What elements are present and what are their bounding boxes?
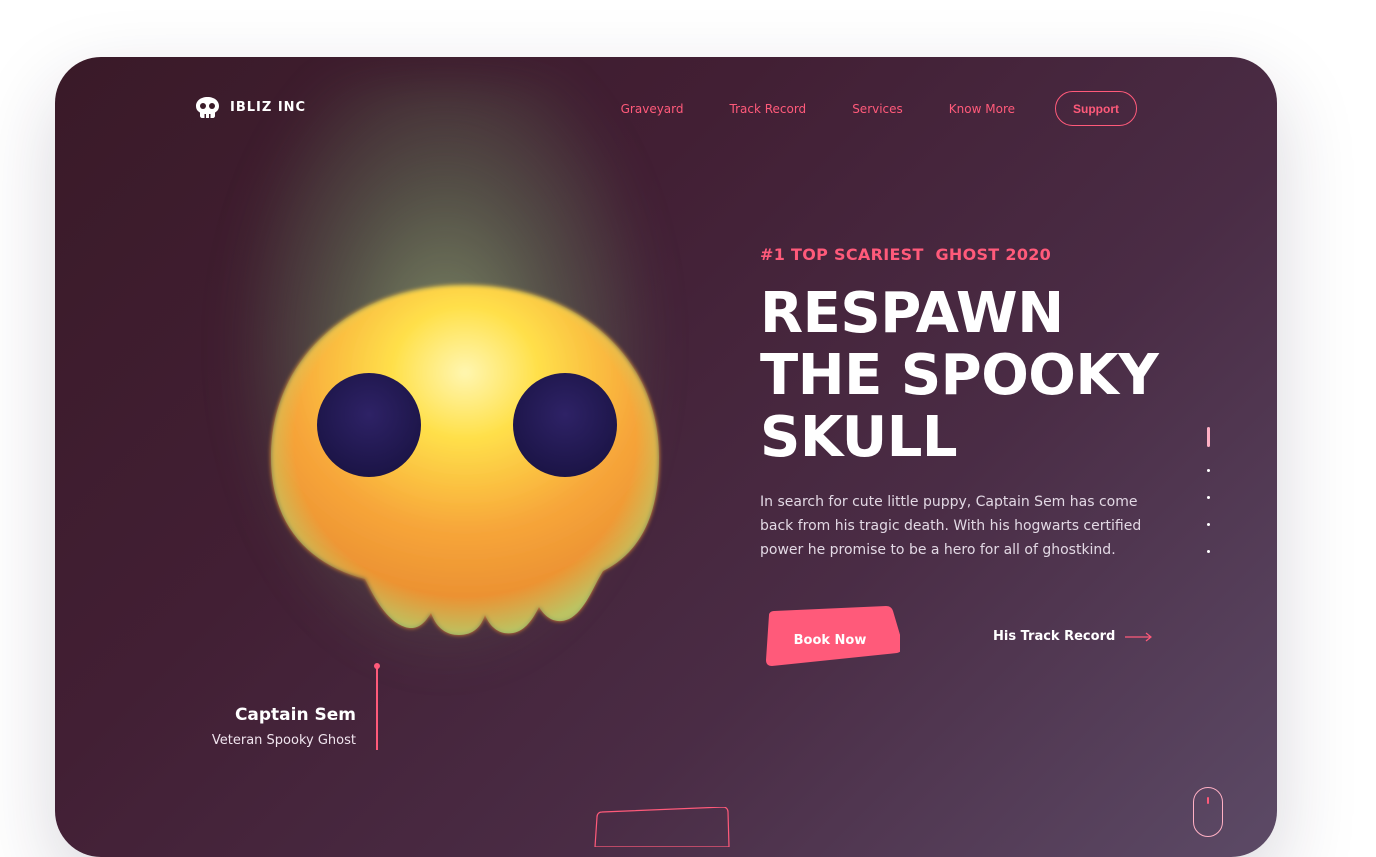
support-button[interactable]: Support [1055,91,1137,126]
track-record-label: His Track Record [993,629,1116,644]
headline-line-3: SKULL [760,405,958,470]
nav-item-services[interactable]: Services [852,102,903,116]
track-record-link[interactable]: His Track Record [993,629,1153,644]
nav-item-know-more[interactable]: Know More [949,102,1015,116]
hero-card: IBLIZ INC Graveyard Track Record Service… [55,57,1277,857]
book-now-button[interactable]: Book Now [760,605,900,675]
pagination-dot[interactable] [1207,469,1210,472]
character-role: Veteran Spooky Ghost [211,733,356,748]
headline-line-2: THE SPOOKY [760,343,1159,408]
scroll-wheel [1207,797,1209,804]
hero-eyebrow: #1 TOP SCARIEST GHOST 2020 [760,245,1052,264]
skull-illustration [271,285,659,635]
hero-description: In search for cute little puppy, Captain… [760,494,1142,558]
brand-logo[interactable]: IBLIZ INC [195,96,306,119]
character-name: Captain Sem [234,705,356,725]
nav-item-track-record[interactable]: Track Record [730,102,807,116]
pagination-dot[interactable] [1207,550,1210,553]
left-eye [317,373,421,477]
pagination-dot-active[interactable] [1207,427,1210,447]
bottom-section-tab[interactable] [593,807,731,847]
main-nav: Graveyard Track Record Services Know Mor… [575,91,1137,126]
book-now-label: Book Now [793,632,867,648]
nav-item-graveyard[interactable]: Graveyard [621,102,684,116]
arrow-right-icon [1125,632,1153,641]
scroll-down-icon[interactable] [1193,787,1223,837]
brand-name: IBLIZ INC [230,100,307,115]
character-caption: Captain Sem Veteran Spooky Ghost [212,705,356,748]
caption-pin-line [376,667,378,750]
skull-icon [196,97,219,118]
headline-line-1: RESPAWN [760,281,1064,346]
pagination-dot[interactable] [1207,496,1210,499]
pagination-dot[interactable] [1207,523,1210,526]
hero-headline: RESPAWN THE SPOOKY SKULL [760,281,1159,470]
right-eye [513,373,617,477]
